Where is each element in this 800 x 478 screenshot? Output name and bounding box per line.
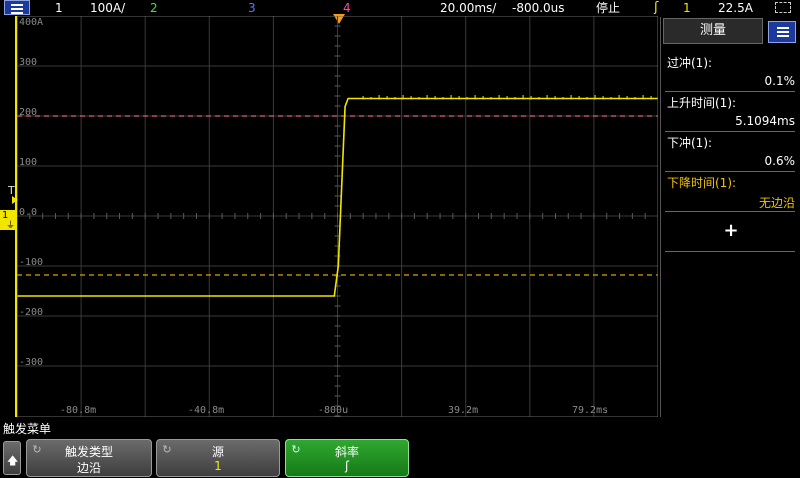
trigger-type-softkey[interactable]: ↻ 触发类型 边沿 — [26, 439, 152, 477]
x-scale-label: -800u — [318, 405, 349, 416]
run-state[interactable]: 停止 — [596, 0, 620, 16]
divider — [665, 211, 795, 212]
y-scale-label: 300 — [19, 57, 38, 68]
trigger-type-value: 边沿 — [76, 461, 101, 475]
measure-tab[interactable]: 测量 — [663, 18, 763, 44]
channel3-number[interactable]: 3 — [248, 0, 256, 16]
trigger-type-label: 触发类型 — [64, 445, 113, 459]
time-scale[interactable]: 20.00ms/ — [440, 0, 496, 16]
measurement-label-overshoot: 过冲(1): — [667, 56, 713, 70]
divider — [665, 171, 795, 172]
channel1-ground-marker[interactable]: 1 ⏚ — [0, 210, 16, 231]
trigger-level[interactable]: 22.5A — [718, 0, 753, 16]
x-scale-label: -40.8m — [188, 405, 225, 416]
y-scale-label: -200 — [19, 307, 44, 318]
up-arrow-icon: 🡅 — [7, 454, 19, 467]
y-scale-label: -100 — [19, 257, 44, 268]
divider — [665, 91, 795, 92]
channel1-scale[interactable]: 100A/ — [90, 0, 125, 16]
measurement-value-fall-time: 无边沿 — [758, 196, 795, 210]
trigger-source[interactable]: 1 — [683, 0, 691, 16]
x-scale-label: 79.2ms — [572, 405, 609, 416]
divider — [665, 131, 795, 132]
zoom-window-icon[interactable] — [775, 2, 791, 13]
source-value: 1 — [214, 459, 222, 473]
divider — [665, 251, 795, 252]
measurement-label-rise-time: 上升时间(1): — [667, 96, 737, 110]
status-bar: 1 100A/ 2 3 4 20.00ms/ -800.0us 停止 ʃ 1 2… — [0, 0, 800, 16]
add-measurement-button[interactable]: + — [661, 220, 800, 241]
measurement-panel: 测量 过冲(1): 0.1% 上升时间(1): 5.1094ms 下冲(1): … — [660, 17, 800, 417]
time-delay[interactable]: -800.0us — [512, 0, 565, 16]
trigger-slope-icon: ʃ — [654, 0, 659, 15]
waveform-display[interactable] — [17, 16, 658, 417]
rising-edge-icon: ʃ — [344, 459, 350, 473]
source-softkey[interactable]: ↻ 源 1 — [156, 439, 280, 477]
measurement-value-preshoot: 0.6% — [764, 154, 796, 168]
y-scale-label: 0.0 — [19, 207, 38, 218]
measurement-label-preshoot: 下冲(1): — [667, 136, 713, 150]
panel-menu-icon[interactable] — [768, 21, 796, 43]
channel2-number[interactable]: 2 — [150, 0, 158, 16]
slope-softkey[interactable]: ↻ 斜率 ʃ — [285, 439, 409, 477]
channel1-number[interactable]: 1 — [55, 0, 63, 16]
x-scale-label: -80.8m — [60, 405, 97, 416]
measurement-value-rise-time: 5.1094ms — [735, 114, 795, 128]
y-scale-label: 200 — [19, 107, 38, 118]
main-menu-icon[interactable] — [4, 0, 30, 15]
source-label: 源 — [211, 445, 224, 459]
measurement-label-fall-time: 下降时间(1): — [667, 176, 737, 190]
back-button[interactable]: 🡅 — [3, 441, 21, 475]
measurement-value-overshoot: 0.1% — [764, 74, 796, 88]
y-scale-label: 100 — [19, 157, 38, 168]
ground-icon: ⏚ — [6, 221, 16, 231]
y-scale-label: -300 — [19, 357, 44, 368]
y-scale-label: 400A — [19, 17, 44, 28]
slope-label: 斜率 — [334, 445, 359, 459]
menu-title: 触发菜单 — [3, 422, 52, 436]
x-scale-label: 39.2m — [448, 405, 479, 416]
trigger-level-marker[interactable]: T — [3, 184, 18, 204]
